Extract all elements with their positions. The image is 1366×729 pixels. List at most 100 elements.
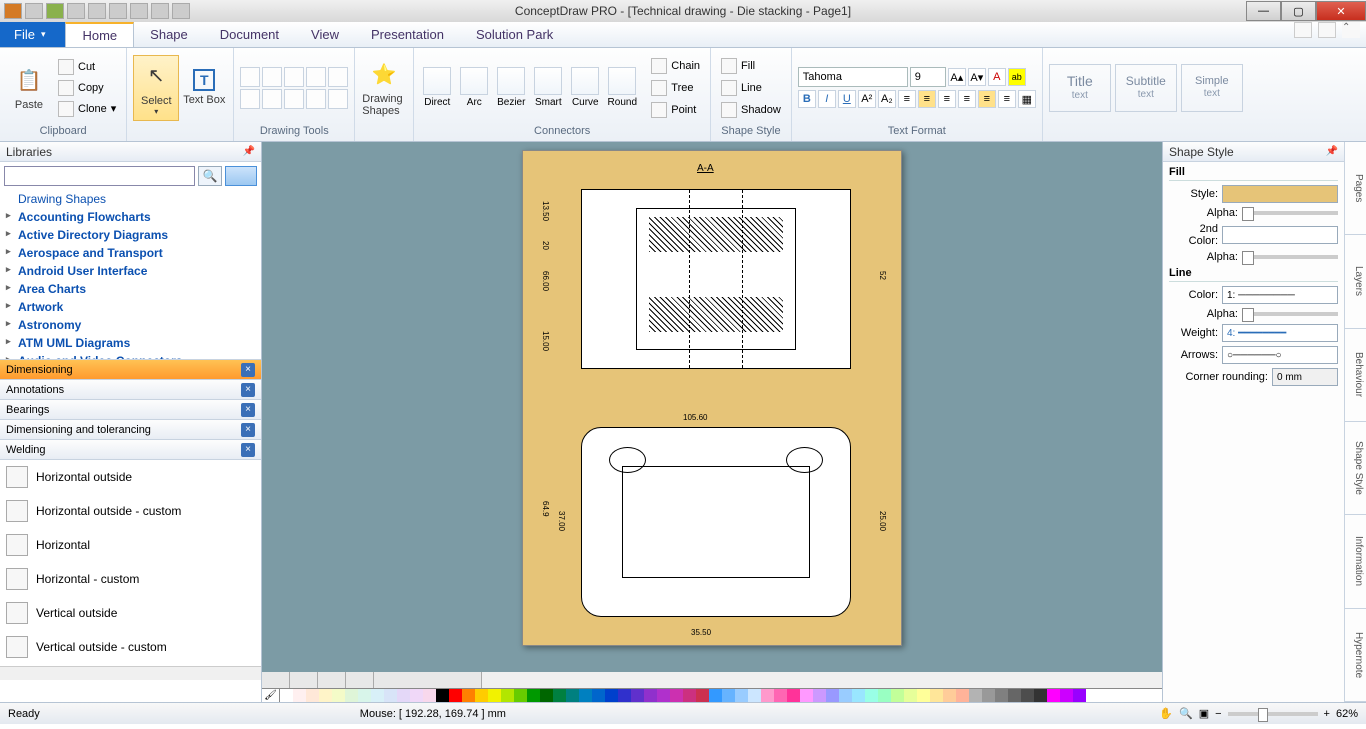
- color-swatch[interactable]: [475, 689, 488, 702]
- canvas-hscrollbar[interactable]: [482, 672, 1162, 688]
- second-color-dropdown[interactable]: [1222, 226, 1338, 244]
- tab-view[interactable]: View: [295, 22, 355, 47]
- lib-item[interactable]: Accounting Flowcharts: [0, 208, 261, 226]
- shape-item[interactable]: Vertical outside: [0, 596, 261, 630]
- align-middle-icon[interactable]: ≡: [978, 90, 996, 108]
- textbox-tool[interactable]: TText Box: [181, 55, 227, 121]
- color-swatch[interactable]: [657, 689, 670, 702]
- tool-icon[interactable]: [240, 67, 260, 87]
- page-nav-last[interactable]: [346, 672, 374, 688]
- color-swatch[interactable]: [1060, 689, 1073, 702]
- line-color-dropdown[interactable]: 1: ────────: [1222, 286, 1338, 304]
- page[interactable]: A-A 13.50 20 66.00 15.00 52: [522, 150, 902, 646]
- drawing-canvas[interactable]: A-A 13.50 20 66.00 15.00 52: [262, 142, 1162, 672]
- tab-layers[interactable]: Layers: [1345, 235, 1366, 328]
- color-swatch[interactable]: [527, 689, 540, 702]
- color-swatch[interactable]: [709, 689, 722, 702]
- tab-behaviour[interactable]: Behaviour: [1345, 329, 1366, 422]
- lib-item[interactable]: Android User Interface: [0, 262, 261, 280]
- color-swatch[interactable]: [644, 689, 657, 702]
- color-swatch[interactable]: [943, 689, 956, 702]
- tab-solutionpark[interactable]: Solution Park: [460, 22, 569, 47]
- color-swatch[interactable]: [358, 689, 371, 702]
- color-swatch[interactable]: [1008, 689, 1021, 702]
- tool-icon[interactable]: [284, 67, 304, 87]
- lib-item[interactable]: Active Directory Diagrams: [0, 226, 261, 244]
- tab-home[interactable]: Home: [65, 22, 134, 47]
- color-swatch[interactable]: [761, 689, 774, 702]
- minimize-button[interactable]: —: [1246, 1, 1281, 21]
- color-swatch[interactable]: [930, 689, 943, 702]
- fill-style-dropdown[interactable]: [1222, 185, 1338, 203]
- maximize-button[interactable]: ▢: [1281, 1, 1316, 21]
- close-button[interactable]: ✕: [1316, 1, 1366, 21]
- color-swatch[interactable]: [462, 689, 475, 702]
- color-swatch[interactable]: [592, 689, 605, 702]
- tab-shape[interactable]: Shape: [134, 22, 204, 47]
- tab-pages[interactable]: Pages: [1345, 142, 1366, 235]
- align-left-icon[interactable]: ≡: [898, 90, 916, 108]
- lib-item[interactable]: Astronomy: [0, 316, 261, 334]
- color-swatch[interactable]: [982, 689, 995, 702]
- line-arrows-dropdown[interactable]: ○──────○: [1222, 346, 1338, 364]
- zoom-slider[interactable]: [1228, 712, 1318, 716]
- tab-presentation[interactable]: Presentation: [355, 22, 460, 47]
- shape-item[interactable]: Horizontal outside: [0, 460, 261, 494]
- shape-list[interactable]: Horizontal outside Horizontal outside - …: [0, 460, 261, 666]
- lib-item[interactable]: Area Charts: [0, 280, 261, 298]
- tool-icon[interactable]: [240, 89, 260, 109]
- connector-curve[interactable]: Curve: [568, 67, 602, 108]
- color-swatch[interactable]: [878, 689, 891, 702]
- left-scrollbar[interactable]: [0, 666, 261, 680]
- color-swatch[interactable]: [306, 689, 319, 702]
- tab-document[interactable]: Document: [204, 22, 295, 47]
- lib-item[interactable]: Aerospace and Transport: [0, 244, 261, 262]
- color-swatch[interactable]: [397, 689, 410, 702]
- font-size-input[interactable]: [910, 67, 946, 87]
- color-swatch[interactable]: [995, 689, 1008, 702]
- color-swatch[interactable]: [813, 689, 826, 702]
- color-swatch[interactable]: [319, 689, 332, 702]
- highlight-icon[interactable]: ab: [1008, 68, 1026, 86]
- close-icon[interactable]: ×: [241, 383, 255, 397]
- color-swatch[interactable]: [722, 689, 735, 702]
- close-icon[interactable]: ×: [241, 403, 255, 417]
- close-icon[interactable]: ×: [241, 423, 255, 437]
- tab-hypernote[interactable]: Hypernote: [1345, 609, 1366, 702]
- connector-bezier[interactable]: Bezier: [494, 67, 528, 108]
- second-alpha-slider[interactable]: [1242, 255, 1338, 259]
- color-swatch[interactable]: [618, 689, 631, 702]
- color-swatch[interactable]: [787, 689, 800, 702]
- color-swatch[interactable]: [371, 689, 384, 702]
- color-swatch[interactable]: [579, 689, 592, 702]
- collapse-ribbon-icon[interactable]: ⌃: [1342, 22, 1360, 38]
- close-icon[interactable]: ×: [241, 363, 255, 377]
- align-bottom-icon[interactable]: ≡: [998, 90, 1016, 108]
- line-weight-dropdown[interactable]: 4: ━━━━━━━━: [1222, 324, 1338, 342]
- stencil-bearings[interactable]: Bearings×: [0, 400, 261, 420]
- color-swatch[interactable]: [449, 689, 462, 702]
- fill-button[interactable]: Fill: [717, 56, 785, 76]
- color-swatch[interactable]: [332, 689, 345, 702]
- color-swatch[interactable]: [501, 689, 514, 702]
- close-icon[interactable]: ×: [241, 443, 255, 457]
- shape-item[interactable]: Horizontal: [0, 528, 261, 562]
- color-swatch[interactable]: [748, 689, 761, 702]
- color-swatch[interactable]: [566, 689, 579, 702]
- color-swatch[interactable]: [553, 689, 566, 702]
- color-swatch[interactable]: [1021, 689, 1034, 702]
- align-right-icon[interactable]: ≡: [938, 90, 956, 108]
- color-swatch[interactable]: [1047, 689, 1060, 702]
- tool-icon[interactable]: [262, 67, 282, 87]
- color-swatch[interactable]: [891, 689, 904, 702]
- options-icon[interactable]: [1294, 22, 1312, 38]
- font-family-input[interactable]: [798, 67, 908, 87]
- search-icon[interactable]: 🔍: [198, 166, 222, 186]
- color-swatch[interactable]: [956, 689, 969, 702]
- file-menu[interactable]: File: [0, 22, 65, 47]
- clone-button[interactable]: Clone ▾: [54, 99, 120, 119]
- lib-item[interactable]: ATM UML Diagrams: [0, 334, 261, 352]
- color-swatch[interactable]: [917, 689, 930, 702]
- color-swatch[interactable]: [514, 689, 527, 702]
- color-swatch[interactable]: [488, 689, 501, 702]
